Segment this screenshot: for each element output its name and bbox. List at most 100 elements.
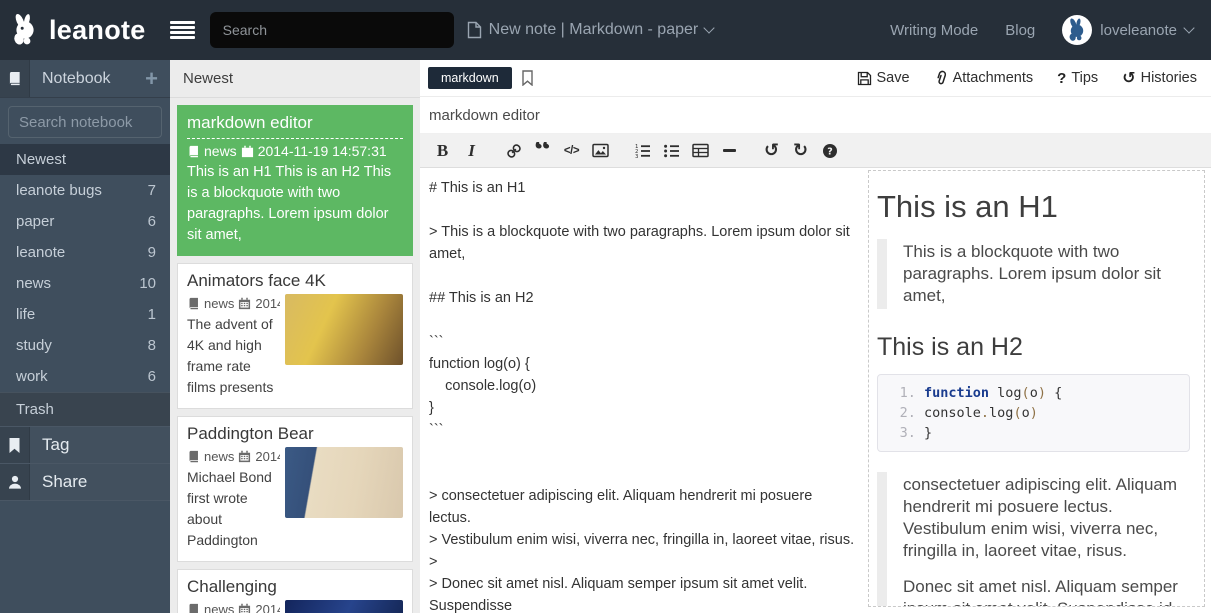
calendar-icon xyxy=(238,297,251,310)
sidebar-notebook-item[interactable]: Trash xyxy=(0,392,170,426)
attachments-button[interactable]: Attachments xyxy=(934,70,1034,86)
notebook-book-icon xyxy=(0,60,30,97)
brand-text: leanote xyxy=(49,15,146,46)
tag-bookmark-icon xyxy=(0,427,30,463)
notebook-heading: Notebook xyxy=(30,70,111,88)
note-count-badge: 9 xyxy=(148,244,156,261)
note-card[interactable]: Paddington Bear news xyxy=(177,416,413,562)
note-card-meta: news 2014-11... xyxy=(187,602,280,613)
link-button[interactable] xyxy=(501,138,526,164)
table-button[interactable] xyxy=(688,138,713,164)
writing-mode-link[interactable]: Writing Mode xyxy=(890,22,978,39)
notebook-book-icon xyxy=(187,145,200,158)
save-icon xyxy=(857,71,872,86)
sidebar-item-share[interactable]: Share xyxy=(0,464,170,501)
sidebar-notebook-item[interactable]: paper 6 xyxy=(0,206,170,237)
sidebar: Notebook + Newest leanote bugs 7 paper 6… xyxy=(0,60,170,613)
markdown-source-editor[interactable]: # This is an H1 > This is a blockquote w… xyxy=(420,168,868,613)
redo-button[interactable]: ↻ xyxy=(788,138,813,164)
preview-blockquote-2: consectetuer adipiscing elit. Aliquam he… xyxy=(877,472,1190,607)
help-button[interactable]: ? xyxy=(817,138,842,164)
user-menu[interactable]: loveleanote xyxy=(1062,15,1193,45)
username-text: loveleanote xyxy=(1100,22,1177,39)
note-card-title: markdown editor xyxy=(187,113,403,139)
sidebar-notebook-item[interactable]: leanote bugs 7 xyxy=(0,175,170,206)
history-icon: ↺ xyxy=(1122,70,1135,86)
markdown-tab[interactable]: markdown xyxy=(428,67,512,89)
bold-button[interactable]: B xyxy=(430,138,455,164)
search-input[interactable] xyxy=(210,12,454,48)
note-count-badge: 6 xyxy=(148,213,156,230)
search-notebook-input[interactable] xyxy=(8,106,162,138)
code-button[interactable]: </> xyxy=(559,138,584,164)
note-count-badge: 7 xyxy=(148,182,156,199)
note-card-meta: news 2014-11-19 14:57:31 xyxy=(187,143,403,159)
bookmark-icon[interactable] xyxy=(521,70,534,86)
sidebar-footer: Tag Share xyxy=(0,426,170,501)
note-count-badge: 8 xyxy=(148,337,156,354)
chevron-down-icon xyxy=(1183,22,1194,33)
sidebar-notebook-item[interactable]: leanote 9 xyxy=(0,237,170,268)
note-thumbnail xyxy=(285,600,403,613)
notebook-header: Notebook + xyxy=(0,60,170,98)
paperclip-icon xyxy=(934,70,948,86)
note-card-title: Animators face 4K xyxy=(187,271,403,294)
notebook-book-icon xyxy=(187,603,200,613)
ordered-list-button[interactable]: 123 xyxy=(630,138,655,164)
note-count-badge: 10 xyxy=(139,275,156,292)
note-count-badge: 6 xyxy=(148,368,156,385)
note-count-badge: 1 xyxy=(148,306,156,323)
image-button[interactable] xyxy=(588,138,613,164)
editor-tab-row: markdown Save Attac xyxy=(420,60,1211,97)
sidebar-toggle-button[interactable] xyxy=(166,17,199,43)
unordered-list-button[interactable] xyxy=(659,138,684,164)
save-button[interactable]: Save xyxy=(857,70,910,86)
blockquote-button[interactable]: “ xyxy=(530,142,555,159)
note-title-input[interactable]: markdown editor xyxy=(429,107,540,124)
blog-link[interactable]: Blog xyxy=(1005,22,1035,39)
note-card-summary: This is an H1 This is an H2 This is a bl… xyxy=(187,162,403,246)
breadcrumb-text: New note | Markdown - paper xyxy=(489,21,699,39)
note-card-summary: The advent of 4K and high frame rate fil… xyxy=(187,314,280,399)
leanote-logo[interactable]: leanote xyxy=(10,12,146,48)
navbar-right: Writing Mode Blog loveleanote xyxy=(890,15,1193,45)
sidebar-notebook-item[interactable]: news 10 xyxy=(0,268,170,299)
horizontal-rule-button[interactable] xyxy=(717,138,742,164)
italic-button[interactable]: I xyxy=(459,138,484,164)
note-list-header: Newest xyxy=(170,60,420,98)
sidebar-notebook-item[interactable]: Newest xyxy=(0,144,170,175)
note-card[interactable]: Challenging news xyxy=(177,569,413,613)
note-card[interactable]: markdown editor news xyxy=(177,105,413,256)
notebook-list: Newest leanote bugs 7 paper 6 leanote 9 … xyxy=(0,144,170,426)
sidebar-item-tag[interactable]: Tag xyxy=(0,427,170,464)
note-card-summary: Michael Bond first wrote about Paddingto… xyxy=(187,467,280,552)
svg-text:3: 3 xyxy=(635,154,638,159)
note-card-title: Challenging xyxy=(187,577,403,600)
histories-button[interactable]: ↺ Histories xyxy=(1122,70,1197,86)
preview-code-block: function log(o) { console.log(o)} xyxy=(877,374,1190,452)
note-list-panel: Newest markdown editor news xyxy=(170,60,420,613)
top-navbar: leanote New note | Markdown - paper Writ… xyxy=(0,0,1211,60)
calendar-icon xyxy=(241,145,254,158)
notebook-book-icon xyxy=(187,297,200,310)
calendar-icon xyxy=(238,603,251,613)
calendar-icon xyxy=(238,450,251,463)
add-notebook-button[interactable]: + xyxy=(145,68,158,90)
notebook-book-icon xyxy=(187,450,200,463)
editor-split: # This is an H1 > This is a blockquote w… xyxy=(420,168,1211,613)
preview-h1: This is an H1 xyxy=(877,189,1190,225)
note-breadcrumb[interactable]: New note | Markdown - paper xyxy=(467,21,714,39)
preview-h2: This is an H2 xyxy=(877,333,1190,362)
note-thumbnail xyxy=(285,294,403,365)
note-thumbnail xyxy=(285,447,403,518)
note-card-title: Paddington Bear xyxy=(187,424,403,447)
sidebar-notebook-item[interactable]: life 1 xyxy=(0,299,170,330)
note-cards: markdown editor news xyxy=(170,98,420,613)
tips-button[interactable]: ? Tips xyxy=(1057,70,1098,87)
note-card-meta: news 2014-11... xyxy=(187,449,280,464)
sidebar-notebook-item[interactable]: work 6 xyxy=(0,361,170,392)
sidebar-notebook-item[interactable]: study 8 xyxy=(0,330,170,361)
note-card[interactable]: Animators face 4K news xyxy=(177,263,413,409)
undo-button[interactable]: ↺ xyxy=(759,138,784,164)
preview-blockquote-1: This is a blockquote with two paragraphs… xyxy=(877,239,1190,309)
